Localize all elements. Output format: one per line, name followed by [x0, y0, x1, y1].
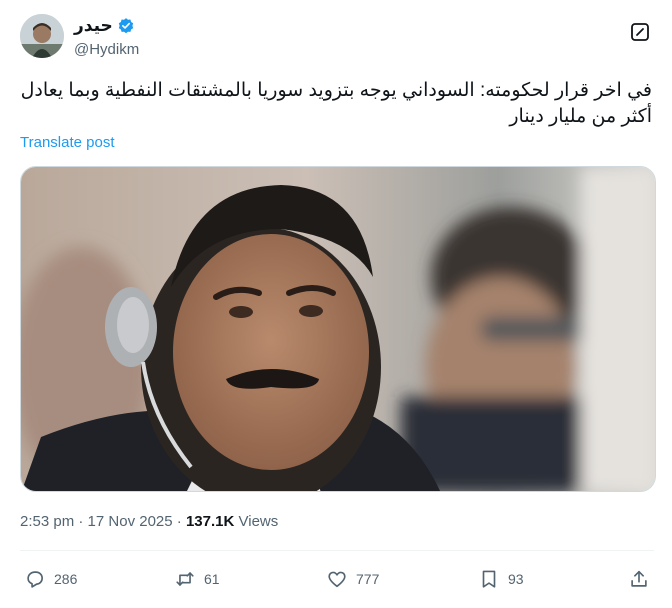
- tweet-time[interactable]: 2:53 pm: [20, 513, 74, 530]
- meta-separator: ·: [176, 513, 182, 530]
- author-handle[interactable]: @Hydikm: [74, 41, 139, 58]
- repost-button[interactable]: 61: [174, 568, 220, 590]
- share-button[interactable]: [628, 568, 650, 590]
- share-icon: [631, 570, 647, 587]
- views-label: Views: [238, 513, 279, 530]
- bookmark-icon: [482, 570, 496, 588]
- reply-count: 286: [54, 571, 78, 587]
- like-button[interactable]: 777: [326, 568, 379, 590]
- avatar-image: [20, 14, 64, 58]
- author-display-name[interactable]: حيدر: [74, 16, 113, 36]
- tweet-text: في اخر قرار لحكومته: السوداني يوجه بتزوي…: [20, 78, 652, 130]
- tweet-text-line-2: أكثر من مليار دينار: [509, 106, 652, 127]
- reply-button[interactable]: 286: [24, 568, 77, 590]
- more-icon: [631, 23, 649, 41]
- repost-icon: [176, 572, 194, 586]
- tweet-meta: 2:53 pm · 17 Nov 2025 · 137.1K Views: [20, 513, 278, 530]
- views-count: 137.1K: [185, 513, 235, 530]
- meta-separator: ·: [78, 513, 84, 530]
- more-options-button[interactable]: [628, 20, 652, 44]
- like-count: 777: [356, 571, 380, 587]
- bookmark-button[interactable]: 93: [478, 568, 524, 590]
- verified-badge-icon: [118, 18, 134, 34]
- divider: [20, 550, 654, 551]
- author-name-row[interactable]: حيدر: [74, 16, 135, 36]
- tweet-image[interactable]: [20, 166, 656, 492]
- translate-post-link[interactable]: Translate post: [20, 134, 115, 151]
- action-bar: 286 61 777 93: [0, 560, 672, 600]
- bookmark-count: 93: [508, 571, 524, 587]
- heart-icon: [328, 571, 346, 588]
- tweet-date[interactable]: 17 Nov 2025: [88, 513, 173, 530]
- avatar[interactable]: [20, 14, 64, 58]
- tweet-text-line-1: في اخر قرار لحكومته: السوداني يوجه بتزوي…: [20, 80, 652, 101]
- repost-count: 61: [204, 571, 220, 587]
- reply-icon: [27, 571, 43, 588]
- photo-of-man-with-earpiece-icon: [21, 167, 655, 491]
